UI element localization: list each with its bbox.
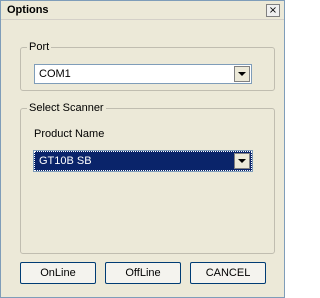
- port-dropdown-button[interactable]: [234, 66, 250, 82]
- port-select[interactable]: COM1: [34, 64, 252, 84]
- online-button[interactable]: OnLine: [20, 262, 96, 284]
- close-icon: ×: [268, 5, 278, 16]
- product-name-select[interactable]: GT10B SB: [33, 150, 253, 172]
- port-group-label: Port: [29, 41, 50, 53]
- product-name-label: Product Name: [34, 128, 105, 140]
- options-dialog: Options × Port COM1 Select Scanner Produ…: [0, 0, 285, 298]
- dialog-title: Options: [7, 4, 49, 16]
- close-button[interactable]: ×: [266, 4, 280, 17]
- cancel-button[interactable]: CANCEL: [190, 262, 266, 284]
- offline-button[interactable]: OffLine: [105, 262, 181, 284]
- select-scanner-group-label: Select Scanner: [29, 102, 104, 114]
- product-name-select-value: GT10B SB: [39, 155, 92, 167]
- chevron-down-icon: [238, 159, 246, 163]
- product-name-dropdown-button[interactable]: [234, 153, 250, 169]
- chevron-down-icon: [238, 72, 246, 76]
- title-bar[interactable]: Options ×: [1, 1, 284, 20]
- port-select-value: COM1: [39, 68, 71, 80]
- select-scanner-group: Select Scanner: [20, 102, 275, 254]
